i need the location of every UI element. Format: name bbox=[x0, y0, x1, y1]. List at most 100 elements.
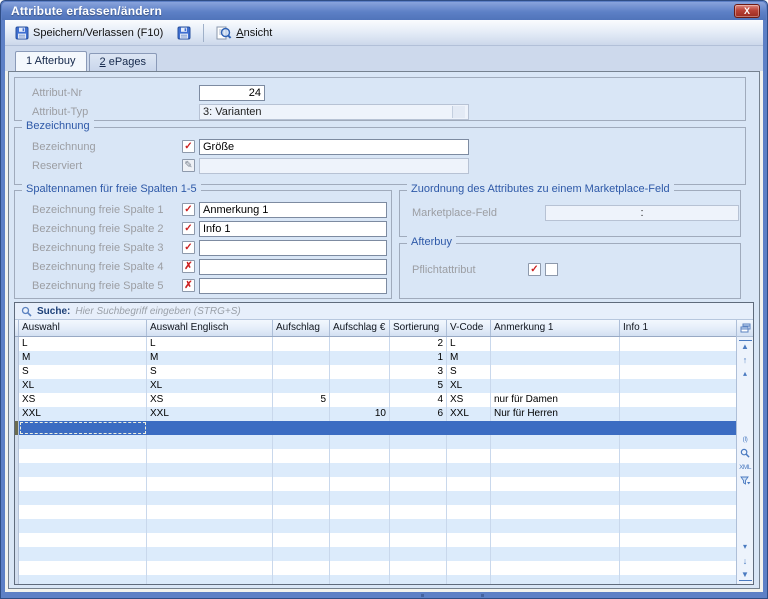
grid-cell[interactable] bbox=[491, 533, 620, 547]
spalte-input[interactable] bbox=[199, 201, 387, 218]
close-button[interactable]: X bbox=[734, 4, 760, 18]
grid-cell[interactable] bbox=[273, 421, 330, 435]
grid-cell[interactable] bbox=[447, 575, 491, 584]
grid-cell[interactable] bbox=[273, 477, 330, 491]
column-header[interactable]: Aufschlag € bbox=[330, 320, 390, 336]
grid-search-icon[interactable] bbox=[739, 448, 752, 460]
grid-cell[interactable] bbox=[620, 337, 736, 351]
grid-cell[interactable]: XL bbox=[147, 379, 273, 393]
grid-cell[interactable] bbox=[620, 533, 736, 547]
grid-cell[interactable] bbox=[447, 463, 491, 477]
grid-cell[interactable] bbox=[620, 519, 736, 533]
grid-cell[interactable] bbox=[447, 477, 491, 491]
grid-cell[interactable]: XXL bbox=[19, 407, 147, 421]
grid-cell[interactable] bbox=[19, 505, 147, 519]
column-header[interactable]: Auswahl bbox=[19, 320, 147, 336]
grid-cell[interactable]: M bbox=[447, 351, 491, 365]
grid-cell[interactable] bbox=[273, 463, 330, 477]
grid-cell[interactable] bbox=[491, 365, 620, 379]
grid-row[interactable] bbox=[15, 519, 736, 533]
grid-cell[interactable] bbox=[620, 351, 736, 365]
column-header[interactable]: Sortierung bbox=[390, 320, 447, 336]
save-button[interactable] bbox=[171, 23, 197, 43]
grid-cell[interactable] bbox=[147, 491, 273, 505]
grid-cell[interactable] bbox=[491, 491, 620, 505]
grid-row[interactable] bbox=[15, 449, 736, 463]
grid-cell[interactable] bbox=[147, 421, 273, 435]
grid-cell[interactable] bbox=[330, 547, 390, 561]
grid-cell[interactable] bbox=[491, 435, 620, 449]
spalte-input[interactable] bbox=[199, 277, 387, 294]
grid-cell[interactable]: XL bbox=[19, 379, 147, 393]
nav-page-down-icon[interactable]: ↓ bbox=[739, 555, 752, 567]
grid-row[interactable]: SS3S bbox=[15, 365, 736, 379]
grid-cell[interactable] bbox=[447, 435, 491, 449]
grid-cell[interactable] bbox=[491, 449, 620, 463]
column-header[interactable]: Auswahl Englisch bbox=[147, 320, 273, 336]
grid-cell[interactable]: XS bbox=[447, 393, 491, 407]
grid-cell[interactable] bbox=[447, 449, 491, 463]
flag-check-icon[interactable]: ✓ bbox=[182, 140, 195, 153]
grid-cell[interactable] bbox=[330, 477, 390, 491]
grid-cell[interactable] bbox=[620, 505, 736, 519]
grid-cell[interactable] bbox=[491, 547, 620, 561]
tab-afterbuy[interactable]: 1 Afterbuy bbox=[15, 51, 87, 71]
column-header[interactable]: Anmerkung 1 bbox=[491, 320, 620, 336]
grid-cell[interactable] bbox=[330, 533, 390, 547]
grid-row[interactable] bbox=[15, 435, 736, 449]
grid-cell[interactable]: 5 bbox=[273, 393, 330, 407]
flag-check-icon[interactable]: ✓ bbox=[182, 203, 195, 216]
grid-cell[interactable] bbox=[147, 505, 273, 519]
grid-cell[interactable] bbox=[620, 575, 736, 584]
grid-cell[interactable] bbox=[390, 519, 447, 533]
grid-cell[interactable]: L bbox=[19, 337, 147, 351]
grid-cell[interactable] bbox=[491, 351, 620, 365]
grid-cell[interactable] bbox=[147, 533, 273, 547]
filter-icon[interactable] bbox=[739, 476, 752, 488]
grid-cell[interactable]: nur für Damen bbox=[491, 393, 620, 407]
grid-cell[interactable]: 2 bbox=[390, 337, 447, 351]
grid-cell[interactable] bbox=[620, 463, 736, 477]
grid-cell[interactable] bbox=[330, 505, 390, 519]
grid-cell[interactable] bbox=[273, 533, 330, 547]
attribut-nr-input[interactable] bbox=[199, 84, 265, 101]
grid-cell[interactable] bbox=[147, 435, 273, 449]
grid-cell[interactable] bbox=[620, 477, 736, 491]
grid-cell[interactable] bbox=[273, 519, 330, 533]
grid-cell[interactable] bbox=[273, 505, 330, 519]
grid-cell[interactable] bbox=[19, 477, 147, 491]
grid-cell[interactable]: XS bbox=[19, 393, 147, 407]
grid-cell[interactable] bbox=[19, 533, 147, 547]
grid-cell[interactable] bbox=[147, 547, 273, 561]
grid-row[interactable] bbox=[15, 575, 736, 584]
grid-cell[interactable]: S bbox=[447, 365, 491, 379]
grid-cell[interactable] bbox=[390, 547, 447, 561]
flag-check-icon[interactable]: ✓ bbox=[182, 241, 195, 254]
grid-cell[interactable]: 1 bbox=[390, 351, 447, 365]
grid-cell[interactable] bbox=[273, 449, 330, 463]
grid-cell[interactable] bbox=[620, 435, 736, 449]
grid-cell[interactable] bbox=[447, 533, 491, 547]
grid-row-selected[interactable] bbox=[15, 421, 736, 435]
grid-cell[interactable] bbox=[390, 477, 447, 491]
grid-cell[interactable] bbox=[330, 435, 390, 449]
grid-row[interactable] bbox=[15, 561, 736, 575]
grid-cell[interactable] bbox=[330, 561, 390, 575]
grid-cell[interactable] bbox=[447, 505, 491, 519]
grid-cell[interactable] bbox=[19, 449, 147, 463]
grid-cell[interactable] bbox=[620, 379, 736, 393]
bezeichnung-input[interactable] bbox=[199, 138, 469, 155]
grid-cell[interactable]: 4 bbox=[390, 393, 447, 407]
grid-cell[interactable]: 5 bbox=[390, 379, 447, 393]
grid-cell[interactable]: S bbox=[19, 365, 147, 379]
grid-cell[interactable]: 3 bbox=[390, 365, 447, 379]
grid-cell[interactable] bbox=[147, 561, 273, 575]
grid-cell[interactable]: M bbox=[19, 351, 147, 365]
grid-cell[interactable] bbox=[273, 365, 330, 379]
grid-cell[interactable] bbox=[273, 351, 330, 365]
grid-cell[interactable] bbox=[390, 421, 447, 435]
grid-cell[interactable] bbox=[491, 379, 620, 393]
titlebar[interactable]: Attribute erfassen/ändern X bbox=[2, 2, 766, 20]
grid-cell[interactable] bbox=[330, 337, 390, 351]
grid-cell[interactable] bbox=[147, 477, 273, 491]
